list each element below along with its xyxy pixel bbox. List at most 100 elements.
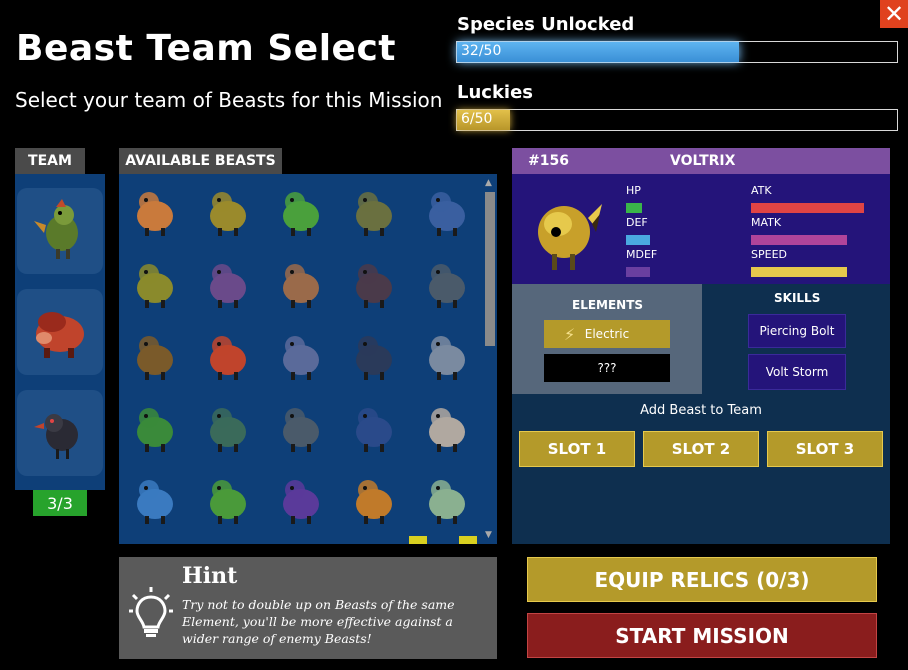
- rat-beast-icon: [210, 264, 246, 308]
- beast-grid-item[interactable]: [271, 326, 331, 386]
- stat-label-def: DEF: [626, 216, 648, 229]
- page-title: Beast Team Select: [16, 28, 396, 69]
- beast-grid-item[interactable]: [198, 182, 258, 242]
- stat-bar-matk: [751, 235, 847, 245]
- species-unlocked-bar: 32/50: [456, 41, 898, 63]
- available-beasts-grid: [119, 174, 497, 544]
- hawk-beast-icon: [356, 480, 392, 524]
- beast-grid-item[interactable]: [344, 398, 404, 458]
- luckies-bar: 6/50: [456, 109, 898, 131]
- grid-marker: [409, 536, 427, 544]
- team-panel: [15, 174, 105, 490]
- boar-beast-icon: [36, 312, 84, 358]
- beast-grid-item[interactable]: [417, 470, 477, 530]
- beast-stats-panel: HP DEF MDEF ATK MATK SPEED: [512, 174, 890, 284]
- hint-text: Try not to double up on Beasts of the sa…: [182, 597, 455, 646]
- beast-grid-item[interactable]: [271, 470, 331, 530]
- beast-grid-item[interactable]: [271, 398, 331, 458]
- beast-grid-item[interactable]: [344, 326, 404, 386]
- stat-label-hp: HP: [626, 184, 641, 197]
- species-unlocked-fill: 32/50: [457, 42, 739, 62]
- element-electric-label: Electric: [584, 327, 630, 341]
- stat-label-speed: SPEED: [751, 248, 787, 261]
- skill-piercing-bolt[interactable]: Piercing Bolt: [748, 314, 846, 348]
- slot-3-button[interactable]: SLOT 3: [767, 431, 883, 467]
- spider-beast-icon: [429, 336, 465, 380]
- bird-beast-icon: [34, 199, 78, 259]
- equip-relics-button[interactable]: EQUIP RELICS (0/3): [527, 557, 877, 602]
- page-subtitle: Select your team of Beasts for this Miss…: [15, 88, 443, 112]
- scroll-down-icon[interactable]: ▼: [485, 530, 492, 540]
- goat-beast-icon: [429, 480, 465, 524]
- beast-grid-item[interactable]: [125, 326, 185, 386]
- element-unknown: ???: [544, 354, 670, 382]
- team-slot-3[interactable]: [17, 390, 103, 476]
- element-electric: ⚡ Electric: [544, 320, 670, 348]
- team-slot-1[interactable]: [17, 188, 103, 274]
- beast-grid-item[interactable]: [198, 398, 258, 458]
- scroll-up-icon[interactable]: ▲: [485, 178, 492, 188]
- beast-id: #156: [528, 153, 569, 169]
- beast-grid-item[interactable]: [344, 470, 404, 530]
- toad-beast-icon: [210, 192, 246, 236]
- beast-grid-item[interactable]: [198, 326, 258, 386]
- boar-beast-icon: [210, 336, 246, 380]
- beetle-beast-icon: [137, 480, 173, 524]
- close-icon: ✕: [883, 0, 905, 28]
- boar-beast-icon: [283, 264, 319, 308]
- stat-bar-atk: [751, 203, 864, 213]
- beast-grid-item[interactable]: [198, 470, 258, 530]
- elements-panel: ELEMENTS ⚡ Electric ???: [512, 284, 702, 394]
- elements-title: ELEMENTS: [572, 298, 644, 312]
- beast-name: VOLTRIX: [670, 153, 736, 169]
- team-count-badge: 3/3: [33, 490, 87, 516]
- beast-grid-item[interactable]: [417, 398, 477, 458]
- slot-2-button[interactable]: SLOT 2: [643, 431, 759, 467]
- lightning-icon: ⚡: [564, 324, 576, 344]
- plant-beast-icon: [137, 408, 173, 452]
- lightbulb-icon: [129, 587, 173, 637]
- hint-box: Hint Try not to double up on Beasts of t…: [119, 557, 497, 659]
- lizard-beast-icon: [283, 192, 319, 236]
- close-button[interactable]: ✕: [880, 0, 908, 28]
- beast-grid-item[interactable]: [125, 470, 185, 530]
- beast-grid-item[interactable]: [125, 398, 185, 458]
- beast-grid-item[interactable]: [417, 326, 477, 386]
- beast-grid-item[interactable]: [125, 182, 185, 242]
- team-slot-2[interactable]: [17, 289, 103, 375]
- species-unlocked-label: Species Unlocked: [457, 14, 635, 35]
- skill-volt-storm[interactable]: Volt Storm: [748, 354, 846, 390]
- stat-label-mdef: MDEF: [626, 248, 658, 261]
- beast-grid-item[interactable]: [198, 254, 258, 314]
- beast-grid-item[interactable]: [344, 182, 404, 242]
- luckies-value: 6/50: [461, 111, 493, 127]
- panther-beast-icon: [356, 336, 392, 380]
- bone-beast-icon: [429, 408, 465, 452]
- luckies-label: Luckies: [457, 82, 534, 103]
- stat-bar-hp: [626, 203, 642, 213]
- team-tab: TEAM: [15, 148, 85, 174]
- voltrix-beast-icon: [538, 204, 602, 270]
- bird-beast-icon: [137, 264, 173, 308]
- mantis-beast-icon: [210, 480, 246, 524]
- slot-1-button[interactable]: SLOT 1: [519, 431, 635, 467]
- stat-bar-speed: [751, 267, 847, 277]
- add-beast-label: Add Beast to Team: [640, 403, 762, 418]
- shell-beast-icon: [283, 408, 319, 452]
- beast-detail-header: #156 VOLTRIX: [512, 148, 890, 174]
- ghost-beast-icon: [283, 336, 319, 380]
- grid-marker: [459, 536, 477, 544]
- stat-label-matk: MATK: [751, 216, 782, 229]
- beast-grid-item[interactable]: [417, 254, 477, 314]
- start-mission-button[interactable]: START MISSION: [527, 613, 877, 658]
- wolf-beast-icon: [429, 192, 465, 236]
- beast-grid-item[interactable]: [417, 182, 477, 242]
- penguin-beast-icon: [356, 408, 392, 452]
- beast-grid-item[interactable]: [125, 254, 185, 314]
- beast-grid-item[interactable]: [271, 254, 331, 314]
- stat-bar-mdef: [626, 267, 650, 277]
- beast-grid-item[interactable]: [344, 254, 404, 314]
- rock-beast-icon: [429, 264, 465, 308]
- beast-grid-item[interactable]: [271, 182, 331, 242]
- scrollbar-thumb[interactable]: [485, 192, 495, 346]
